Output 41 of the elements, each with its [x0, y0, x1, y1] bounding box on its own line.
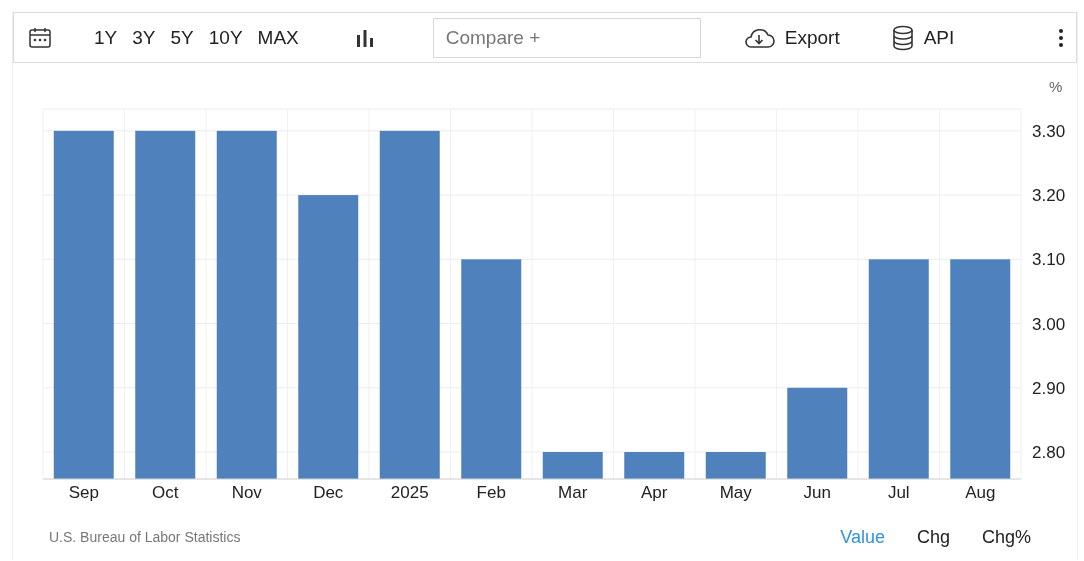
more-button[interactable]	[1058, 27, 1064, 48]
x-tick-label: 2025	[390, 483, 429, 502]
bar	[542, 452, 603, 479]
x-tick-label: Jun	[803, 483, 831, 502]
x-tick-label: Mar	[558, 483, 588, 502]
database-icon	[891, 24, 914, 51]
view-tab[interactable]: Chg%	[981, 526, 1031, 548]
chart-type-button[interactable]	[354, 27, 375, 48]
range-button[interactable]: 3Y	[132, 26, 156, 49]
x-tick-label: Jul	[887, 483, 910, 502]
x-tick-label: Nov	[231, 483, 262, 502]
export-button[interactable]: Export	[742, 26, 840, 49]
range-button[interactable]: 1Y	[94, 26, 118, 49]
x-tick-label: Aug	[965, 483, 996, 502]
view-tab[interactable]: Chg	[916, 526, 950, 548]
range-button[interactable]: 10Y	[208, 26, 243, 49]
cloud-download-icon	[742, 26, 775, 49]
calendar-button[interactable]	[28, 25, 52, 50]
bar	[705, 452, 766, 479]
x-tick-label: Feb	[476, 483, 506, 502]
y-tick-label: 3.10	[1032, 250, 1066, 270]
y-tick-label: 2.80	[1032, 443, 1066, 462]
api-button[interactable]: API	[891, 24, 955, 51]
y-tick-label: 3.00	[1032, 314, 1066, 334]
bar	[624, 452, 685, 479]
range-button[interactable]: 5Y	[170, 26, 194, 49]
y-tick-label: 3.20	[1032, 186, 1066, 206]
unit-label: %	[1049, 78, 1063, 95]
bar-chart-icon	[354, 27, 375, 48]
range-button[interactable]: MAX	[257, 26, 299, 49]
compare-field[interactable]: Compare +	[432, 17, 701, 58]
x-tick-label: Apr	[641, 483, 668, 502]
x-tick-label: May	[719, 483, 752, 502]
y-tick-label: 3.30	[1032, 121, 1066, 141]
x-tick-label: Sep	[68, 483, 99, 502]
source-text: U.S. Bureau of Labor Statistics	[49, 529, 241, 545]
y-tick-label: 2.90	[1032, 378, 1066, 398]
more-icon	[1058, 27, 1064, 48]
x-tick-label: Oct	[152, 483, 179, 502]
calendar-icon	[28, 25, 52, 50]
x-tick-label: Dec	[313, 483, 344, 502]
